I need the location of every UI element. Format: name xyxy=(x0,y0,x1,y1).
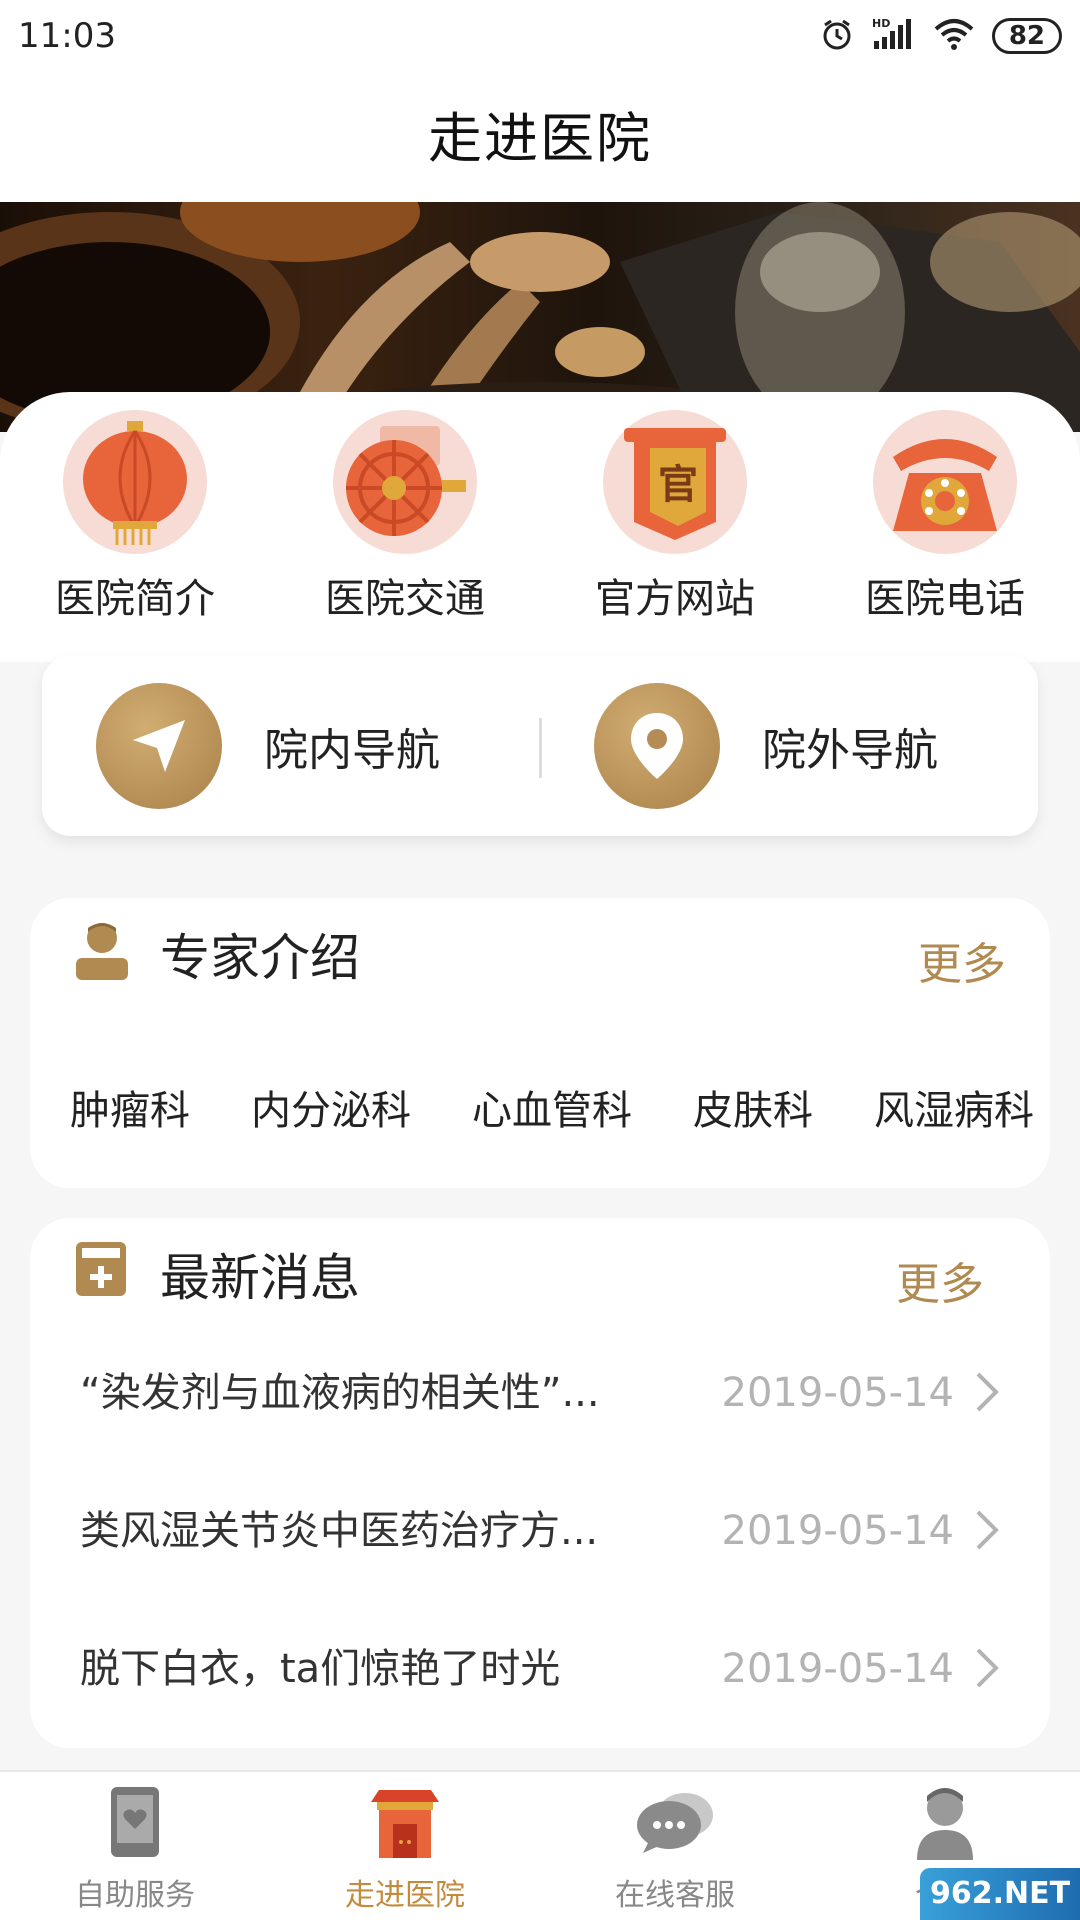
title-bar: 走进医院 xyxy=(0,76,1080,202)
carriage-wheel-icon xyxy=(333,410,477,554)
signal-icon: HD xyxy=(872,17,916,55)
location-pin-icon xyxy=(594,683,720,809)
entry-official-website[interactable]: 官 官方网站 xyxy=(540,410,810,624)
news-row[interactable]: 脱下白衣，ta们惊艳了时光 2019-05-14 xyxy=(30,1634,1050,1772)
department-item[interactable]: 皮肤科 xyxy=(693,1078,813,1136)
outdoor-navigation-button[interactable]: 院外导航 xyxy=(540,656,1038,836)
news-row[interactable]: 类风湿关节炎中医药治疗方... 2019-05-14 xyxy=(30,1496,1050,1634)
status-bar: 11:03 HD 82 xyxy=(0,0,1080,76)
alarm-icon xyxy=(820,17,854,55)
news-title: “染发剂与血液病的相关性”... xyxy=(80,1370,600,1416)
quick-entries-grid: 医院简介 医院交通 官 官方网站 医院电话 xyxy=(0,410,1080,624)
official-banner-text: 官 xyxy=(658,462,698,508)
status-time: 11:03 xyxy=(18,16,116,56)
news-title: 类风湿关节炎中医药治疗方... xyxy=(80,1508,599,1554)
doctor-icon xyxy=(74,920,130,984)
department-list: 肿瘤科 内分泌科 心血管科 皮肤科 风湿病科 xyxy=(30,1078,1050,1136)
tab-label: 在线客服 xyxy=(615,1878,735,1913)
news-date: 2019-05-14 xyxy=(721,1646,954,1692)
app-screen: 11:03 HD 82 走进医院 医院简介 医院交通 官 官方网站 医院电话 院… xyxy=(0,0,1080,1920)
department-item[interactable]: 心血管科 xyxy=(472,1078,632,1136)
indoor-navigation-button[interactable]: 院内导航 xyxy=(42,656,540,836)
news-list: “染发剂与血液病的相关性”... 2019-05-14 类风湿关节炎中医药治疗方… xyxy=(30,1358,1050,1772)
chevron-right-icon xyxy=(974,1508,1000,1556)
news-more-link[interactable]: 更多 xyxy=(896,1248,984,1312)
news-title: 脱下白衣，ta们惊艳了时光 xyxy=(80,1646,561,1692)
news-date: 2019-05-14 xyxy=(721,1370,954,1416)
official-banner-icon: 官 xyxy=(603,410,747,554)
wifi-icon xyxy=(934,17,974,55)
medical-kit-icon xyxy=(74,1240,128,1302)
entry-label: 官方网站 xyxy=(595,576,755,622)
tab-label: 走进医院 xyxy=(345,1878,465,1913)
chevron-right-icon xyxy=(974,1370,1000,1418)
rotary-phone-icon xyxy=(873,410,1017,554)
chevron-right-icon xyxy=(974,1646,1000,1694)
battery-indicator: 82 xyxy=(991,18,1062,54)
department-item[interactable]: 风湿病科 xyxy=(874,1078,1034,1136)
tab-online-service[interactable]: 在线客服 xyxy=(540,1772,810,1920)
entry-hospital-transport[interactable]: 医院交通 xyxy=(270,410,540,624)
network-label: HD xyxy=(872,17,890,30)
chat-bubble-icon xyxy=(635,1782,715,1862)
entry-label: 医院电话 xyxy=(865,576,1025,622)
expert-section-title: 专家介绍 xyxy=(160,929,360,987)
latest-news-card: 最新消息 更多 “染发剂与血液病的相关性”... 2019-05-14 类风湿关… xyxy=(30,1218,1050,1748)
entry-label: 医院交通 xyxy=(325,576,485,622)
tab-about-hospital[interactable]: 走进医院 xyxy=(270,1772,540,1920)
quick-entries-card: 医院简介 医院交通 官 官方网站 医院电话 xyxy=(0,392,1080,662)
department-item[interactable]: 内分泌科 xyxy=(251,1078,411,1136)
entry-label: 医院简介 xyxy=(55,576,215,622)
tab-label: 自助服务 xyxy=(75,1878,195,1913)
nav-divider xyxy=(539,718,542,778)
navigation-arrow-icon xyxy=(96,683,222,809)
expert-more-link[interactable]: 更多 xyxy=(918,928,1006,992)
tab-self-service[interactable]: 自助服务 xyxy=(0,1772,270,1920)
expert-intro-card: 专家介绍 更多 肿瘤科 内分泌科 心血管科 皮肤科 风湿病科 xyxy=(30,898,1050,1188)
lantern-icon xyxy=(63,410,207,554)
hospital-gate-icon xyxy=(365,1782,445,1862)
department-item[interactable]: 肿瘤科 xyxy=(70,1078,190,1136)
phone-heart-icon xyxy=(95,1782,175,1862)
page-title: 走进医院 xyxy=(428,107,652,170)
status-icons: HD 82 xyxy=(820,16,1062,56)
entry-hospital-phone[interactable]: 医院电话 xyxy=(810,410,1080,624)
outdoor-navigation-label: 院外导航 xyxy=(762,725,938,776)
navigation-card: 院内导航 院外导航 xyxy=(42,656,1038,836)
indoor-navigation-label: 院内导航 xyxy=(264,725,440,776)
news-date: 2019-05-14 xyxy=(721,1508,954,1554)
bottom-tab-bar: 自助服务 走进医院 在线客服 个人 xyxy=(0,1770,1080,1920)
site-watermark: 962.NET xyxy=(920,1868,1080,1920)
person-icon xyxy=(905,1782,985,1862)
news-row[interactable]: “染发剂与血液病的相关性”... 2019-05-14 xyxy=(30,1358,1050,1496)
news-section-title: 最新消息 xyxy=(160,1249,360,1307)
entry-hospital-intro[interactable]: 医院简介 xyxy=(0,410,270,624)
